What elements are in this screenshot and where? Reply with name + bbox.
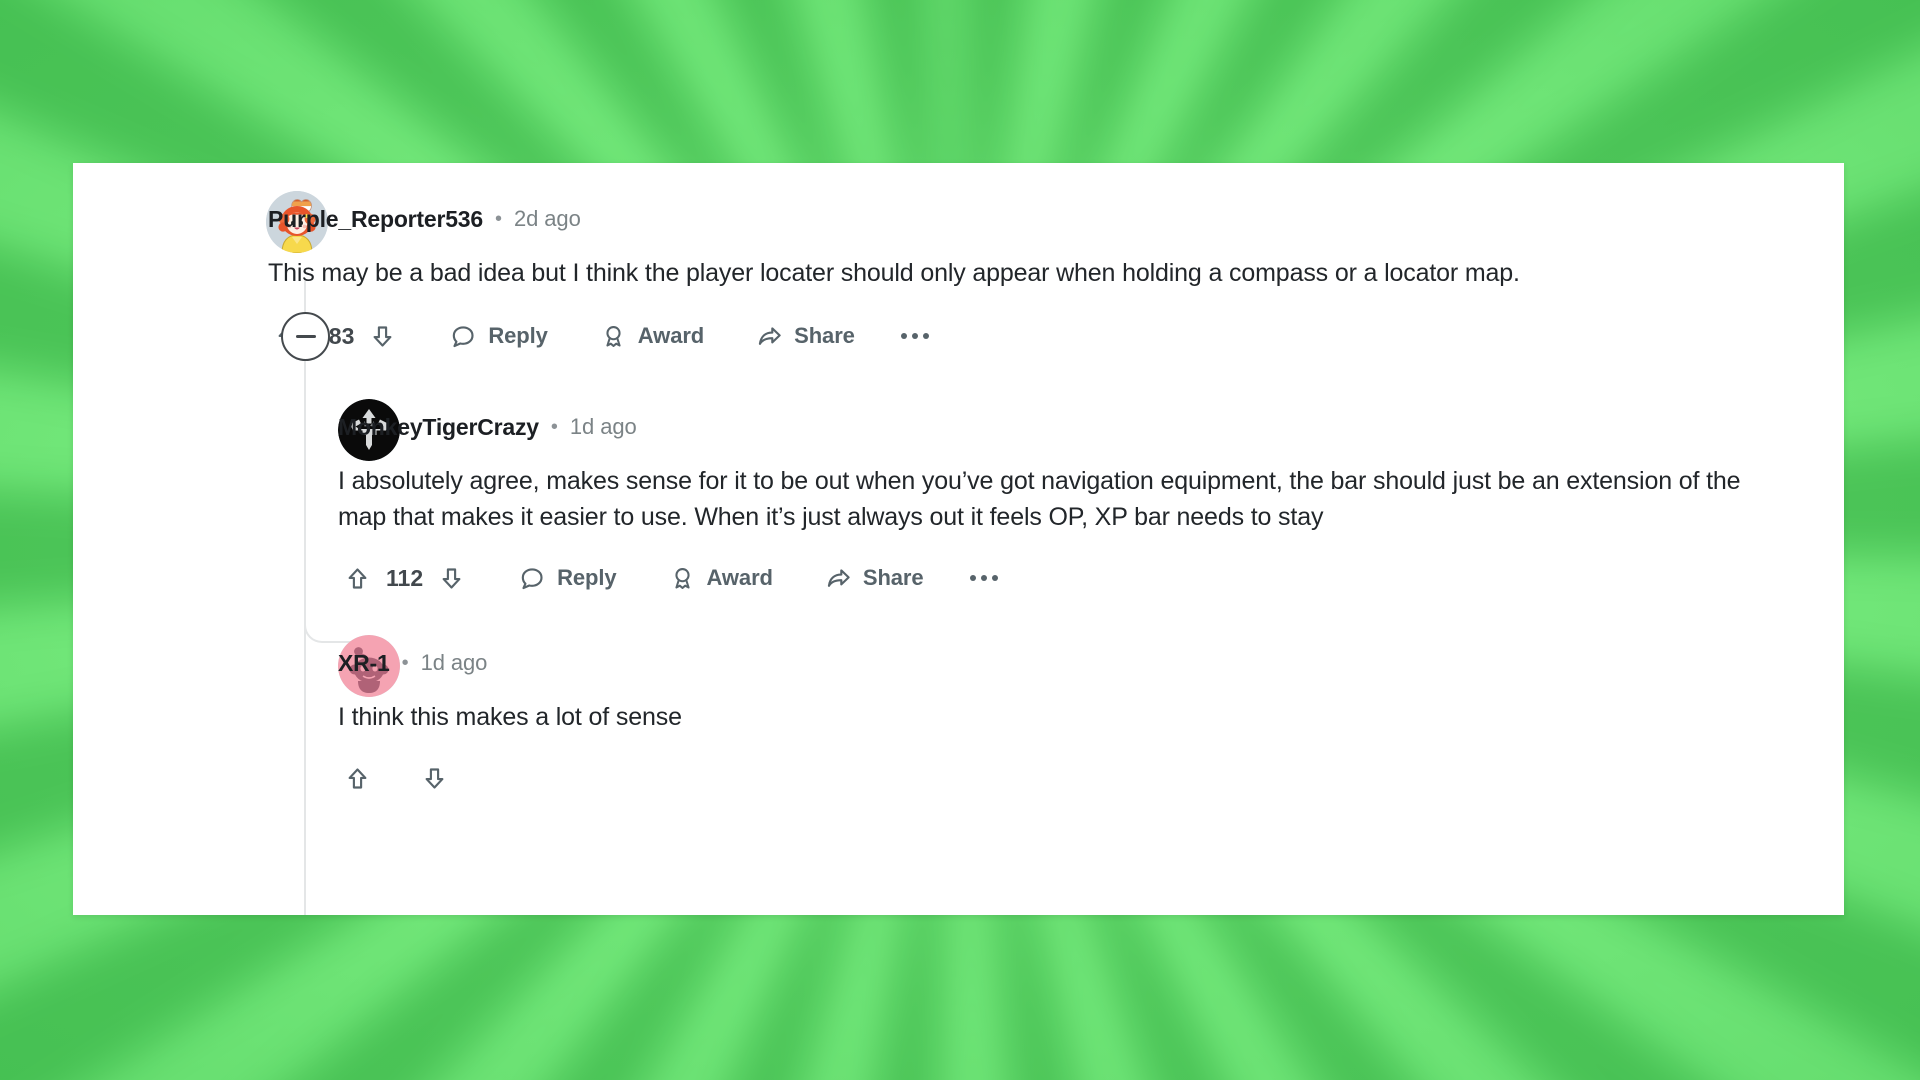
username[interactable]: MonkeyTigerCrazy xyxy=(338,414,539,441)
action-bar: 283 Reply Award Share xyxy=(268,309,1844,363)
vote-count: 112 xyxy=(386,564,424,591)
username[interactable]: XR-1 xyxy=(338,650,390,677)
reply-button[interactable]: Reply xyxy=(515,559,620,598)
more-options-icon xyxy=(991,575,998,581)
minus-circle-icon xyxy=(295,335,316,338)
share-arrow-icon xyxy=(759,326,781,345)
share-label: Share xyxy=(862,565,924,590)
more-options-button[interactable] xyxy=(962,565,1006,591)
separator: • xyxy=(550,415,558,438)
timestamp: 1d ago xyxy=(420,650,488,675)
comment-body: I think this makes a lot of sense xyxy=(338,703,682,731)
award-button[interactable]: Award xyxy=(596,317,708,356)
comment-body: This may be a bad idea but I think the p… xyxy=(268,259,1520,287)
timestamp: 2d ago xyxy=(514,206,581,231)
downvote-button[interactable] xyxy=(363,319,402,354)
action-bar: 112 Reply Award Share xyxy=(338,551,1844,605)
separator: • xyxy=(495,207,503,230)
thread-branch-reply-2 xyxy=(304,906,362,915)
share-button[interactable]: Share xyxy=(821,559,928,598)
upvote-button[interactable] xyxy=(338,561,377,596)
more-options-icon xyxy=(900,333,907,339)
speech-bubble-icon xyxy=(453,325,474,347)
more-options-icon xyxy=(911,333,918,339)
comment-root: Purple_Reporter536 • 2d ago This may be … xyxy=(73,191,1844,363)
comment-body: I absolutely agree, makes sense for it t… xyxy=(338,467,1741,531)
comment-header: XR-1 • 1d ago xyxy=(338,635,1844,691)
downvote-button[interactable] xyxy=(415,761,454,796)
comment-header: Purple_Reporter536 • 2d ago xyxy=(268,191,1844,247)
comment-header: MonkeyTigerCrazy • 1d ago xyxy=(338,399,1844,455)
more-options-icon xyxy=(969,575,976,581)
vote-group xyxy=(338,761,454,796)
upvote-arrow-icon xyxy=(348,767,367,789)
award-label: Award xyxy=(637,323,705,348)
downvote-arrow-icon xyxy=(425,767,444,789)
downvote-arrow-icon xyxy=(442,567,461,589)
separator: • xyxy=(401,651,409,674)
award-label: Award xyxy=(706,565,773,590)
username[interactable]: Purple_Reporter536 xyxy=(268,206,483,233)
collapse-thread-button[interactable] xyxy=(281,312,330,361)
share-label: Share xyxy=(794,323,855,348)
award-ribbon-icon xyxy=(674,567,690,589)
share-arrow-icon xyxy=(827,568,850,587)
comment-reply-1: MonkeyTigerCrazy • 1d ago I absolutely a… xyxy=(73,399,1844,605)
reply-label: Reply xyxy=(488,323,548,348)
speech-bubble-icon xyxy=(521,567,543,589)
more-options-icon xyxy=(922,333,929,339)
comment-thread-card: Purple_Reporter536 • 2d ago This may be … xyxy=(73,163,1844,915)
upvote-button[interactable] xyxy=(338,761,377,796)
award-ribbon-icon xyxy=(606,325,621,347)
upvote-arrow-icon xyxy=(348,567,367,589)
more-options-icon xyxy=(980,575,987,581)
award-button[interactable]: Award xyxy=(665,559,777,598)
comment-reply-2: XR-1 • 1d ago I think this makes a lot o… xyxy=(73,635,1844,805)
reply-label: Reply xyxy=(557,565,617,590)
more-options-button[interactable] xyxy=(893,323,937,349)
action-bar xyxy=(338,751,1844,805)
vote-group: 112 xyxy=(338,561,471,596)
downvote-button[interactable] xyxy=(432,561,471,596)
reply-button[interactable]: Reply xyxy=(446,317,551,356)
share-button[interactable]: Share xyxy=(752,317,859,356)
downvote-arrow-icon xyxy=(373,325,392,347)
timestamp: 1d ago xyxy=(569,414,637,439)
